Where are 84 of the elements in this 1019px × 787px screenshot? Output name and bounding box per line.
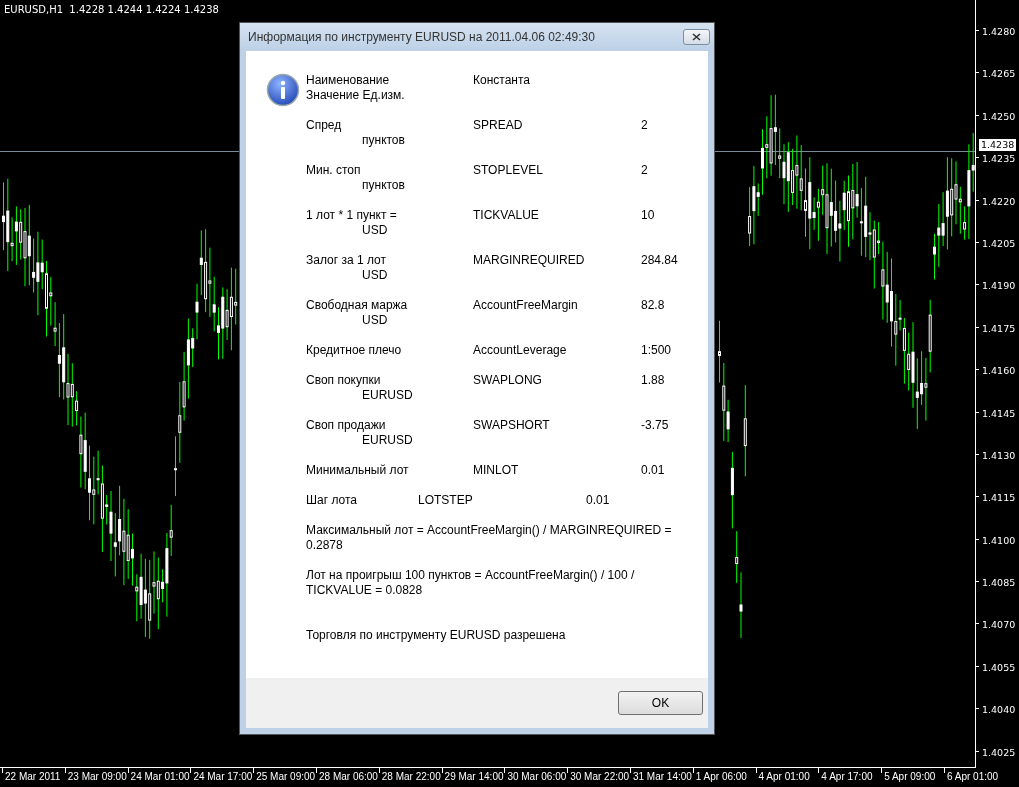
parameter-name: Своп продажи [306,418,387,433]
trade-status-text: Торговля по инструменту EURUSD разрешена [306,628,567,643]
parameter-unit: USD [361,268,389,283]
parameter-name: Залог за 1 лот [306,253,387,268]
price-label: 1.4205 [982,237,1016,250]
price-label: 1.4055 [982,661,1016,674]
parameter-value: 2 [641,118,648,132]
current-price-label: 1.4238 [979,139,1017,151]
parameter-constant: MARGINREQUIRED [473,253,585,267]
dialog-title: Информация по инструменту EURUSD на 2011.04.06 02:49:30 [248,30,595,44]
parameter-name: Минимальный лот [306,463,410,478]
time-label: 30 Mar 06:00 [506,771,567,783]
parameter-constant: SPREAD [473,118,523,132]
header-label: Константа [473,73,530,87]
price-label: 1.4235 [982,153,1016,166]
parameter-constant: AccountFreeMargin [473,298,578,312]
parameter-constant: LOTSTEP [418,493,473,507]
time-label: 30 Mar 22:00 [569,771,630,783]
price-label: 1.4190 [982,280,1016,293]
parameter-constant: AccountLeverage [473,343,567,357]
time-label: 4 Apr 01:00 [757,771,810,783]
time-label: 28 Mar 06:00 [318,771,378,783]
time-label: 24 Mar 17:00 [192,771,253,783]
parameter-name: Свободная маржа [306,298,409,313]
time-label: 1 Apr 06:00 [694,771,747,783]
time-label: 24 Mar 01:00 [129,771,190,783]
header-label: Наименование [306,73,391,88]
chart-title: EURUSD,H1 1.4228 1.4244 1.4224 1.4238 [4,4,219,15]
time-label: 22 Mar 2011 [4,771,61,783]
parameter-value: -3.75 [641,418,669,432]
ok-button[interactable]: OK [618,691,703,715]
parameter-constant: TICKVALUE [473,208,539,222]
parameter-unit: пунктов [361,178,406,193]
price-label: 1.4070 [982,619,1016,632]
time-label: 31 Mar 14:00 [631,771,692,783]
parameter-unit: USD [361,223,389,238]
time-label: 28 Mar 22:00 [380,771,441,783]
formula-text: Максимальный лот = AccountFreeMargin() / MARGINREQUIRED = 0.2878 [306,523,673,553]
parameter-value: 0.01 [641,463,665,477]
parameter-unit: USD [361,313,389,328]
info-icon [266,73,300,107]
time-label: 23 Mar 09:00 [66,771,127,783]
parameter-constant: MINLOT [473,463,519,477]
price-label: 1.4145 [982,407,1016,420]
time-label: 6 Apr 01:00 [945,771,999,783]
parameter-name: Своп покупки [306,373,382,388]
parameter-value: 1:500 [641,343,672,357]
header-label: Значение Ед.изм. [306,88,406,103]
price-label: 1.4220 [982,195,1016,208]
formula-text: Лот на проигрыш 100 пунктов = AccountFreeMargin() / 100 / TICKVALUE = 0.0828 [306,568,636,598]
parameter-name: Мин. стоп [306,163,362,178]
parameter-constant: STOPLEVEL [473,163,543,177]
price-label: 1.4265 [982,68,1016,81]
price-label: 1.4250 [982,110,1016,123]
parameter-value: 82.8 [641,298,665,312]
parameter-value: 284.84 [641,253,678,267]
parameter-name: Шаг лота [306,493,357,507]
parameter-value: 10 [641,208,655,222]
price-label: 1.4085 [982,577,1016,590]
price-label: 1.4130 [982,449,1016,462]
parameter-value: 0.01 [586,493,610,507]
price-label: 1.4175 [982,322,1016,335]
close-icon [692,33,701,41]
parameter-constant: SWAPSHORT [473,418,550,432]
time-label: 4 Apr 17:00 [820,771,873,783]
price-label: 1.4040 [982,704,1016,717]
close-button[interactable] [683,29,710,45]
parameter-value: 2 [641,163,648,177]
parameter-constant: SWAPLONG [473,373,542,387]
parameter-name: Кредитное плечо [306,343,403,358]
parameter-name: 1 лот * 1 пункт = [306,208,398,223]
parameter-unit: EURUSD [361,433,414,448]
parameter-unit: EURUSD [361,388,414,403]
time-label: 25 Mar 09:00 [255,771,316,783]
price-label: 1.4280 [982,26,1016,38]
price-label: 1.4025 [982,746,1016,759]
price-label: 1.4100 [982,534,1016,547]
parameter-name: Спред [306,118,343,133]
time-label: 5 Apr 09:00 [883,771,936,783]
parameter-unit: пунктов [361,133,406,148]
parameter-value: 1.88 [641,373,665,387]
time-label: 29 Mar 14:00 [443,771,504,783]
price-label: 1.4160 [982,365,1016,378]
price-label: 1.4115 [982,492,1016,505]
